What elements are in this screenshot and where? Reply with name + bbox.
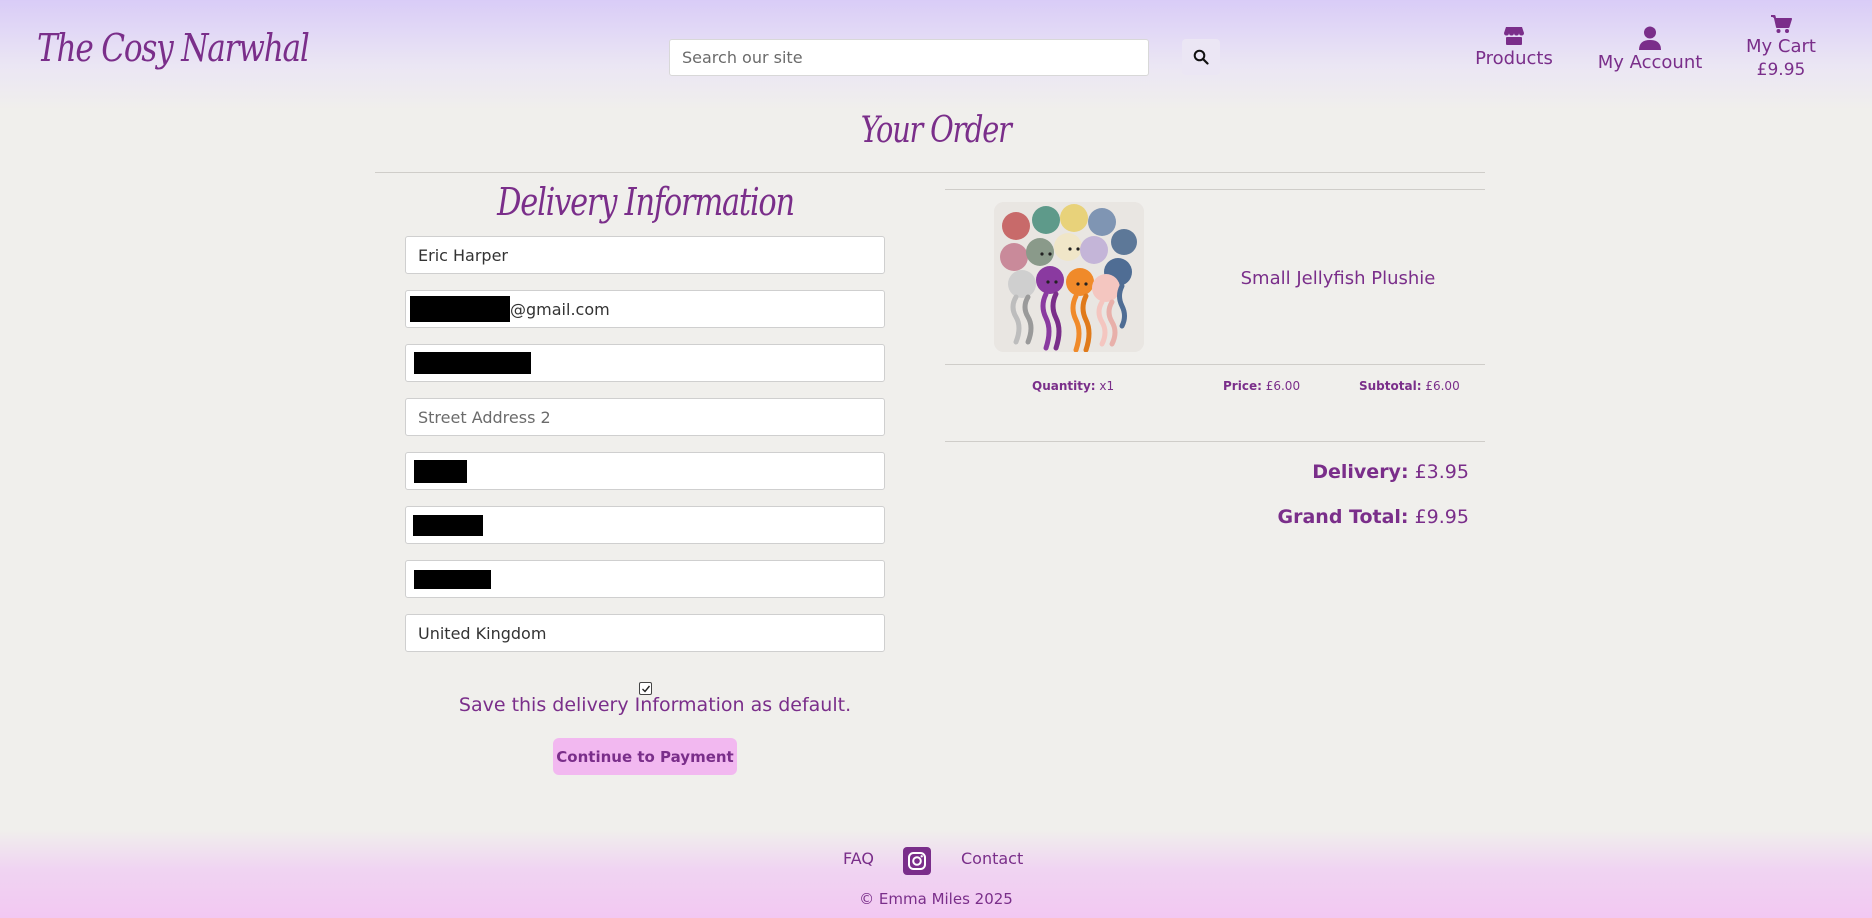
street-address-2-field[interactable]: Street Address 2 xyxy=(405,398,885,436)
email-field[interactable]: @gmail.com xyxy=(405,290,885,328)
country-value: United Kingdom xyxy=(418,623,547,643)
redacted-email-user xyxy=(410,296,510,322)
order-top-divider xyxy=(945,189,1485,190)
nav-my-cart[interactable]: My Cart £9.95 xyxy=(1740,14,1822,80)
price-label: Price: xyxy=(1223,379,1262,393)
instagram-link[interactable] xyxy=(903,847,931,875)
nav-account-label: My Account xyxy=(1597,52,1703,73)
save-default-label: Save this delivery Information as defaul… xyxy=(458,694,852,716)
item-quantity: Quantity: x1 xyxy=(1032,379,1114,393)
street-address-1-field[interactable] xyxy=(405,344,885,382)
redacted-town-city xyxy=(414,459,467,483)
cart-icon xyxy=(1771,15,1792,33)
item-subtotal: Subtotal: £6.00 xyxy=(1359,379,1460,393)
store-icon xyxy=(1504,27,1524,45)
page-title-text: Your Order xyxy=(861,110,1012,151)
grand-total-value: £9.95 xyxy=(1414,506,1469,528)
nav-my-account[interactable]: My Account xyxy=(1594,26,1706,73)
delivery-cost-label: Delivery: xyxy=(1312,461,1409,483)
search-icon xyxy=(1193,49,1209,65)
contact-link[interactable]: Contact xyxy=(961,849,1023,868)
postcode-field[interactable] xyxy=(405,560,885,598)
copyright: © Emma Miles 2025 xyxy=(859,890,1013,908)
search-input[interactable] xyxy=(669,39,1149,76)
nav-products[interactable]: Products xyxy=(1466,26,1562,69)
quantity-label: Quantity: xyxy=(1032,379,1096,393)
full-name-value: Eric Harper xyxy=(418,245,509,265)
site-header: The Cosy Narwhal Products My Account My … xyxy=(0,0,1872,110)
price-value: £6.00 xyxy=(1265,379,1301,393)
full-name-field[interactable]: Eric Harper xyxy=(405,236,885,274)
redacted-street-address-1 xyxy=(414,352,531,374)
grand-total: Grand Total: £9.95 xyxy=(1278,506,1470,528)
item-price: Price: £6.00 xyxy=(1223,379,1300,393)
continue-to-payment-button[interactable]: Continue to Payment xyxy=(553,738,737,775)
country-field[interactable]: United Kingdom xyxy=(405,614,885,652)
product-name[interactable]: Small Jellyfish Plushie xyxy=(1220,268,1456,289)
delivery-title-text: Delivery Information xyxy=(496,180,795,224)
product-image xyxy=(994,202,1144,352)
page-title: Your Order xyxy=(0,110,1872,151)
title-divider xyxy=(375,172,1485,173)
county-field[interactable] xyxy=(405,506,885,544)
faq-link[interactable]: FAQ xyxy=(843,849,874,868)
subtotal-value: £6.00 xyxy=(1425,379,1460,393)
site-logo[interactable]: The Cosy Narwhal xyxy=(37,26,310,70)
user-icon xyxy=(1639,26,1661,50)
redacted-county xyxy=(413,514,483,536)
grand-total-label: Grand Total: xyxy=(1277,506,1409,528)
town-city-field[interactable] xyxy=(405,452,885,490)
jellyfish-plushies-photo xyxy=(994,202,1144,352)
cart-total: £9.95 xyxy=(1756,60,1806,80)
instagram-icon xyxy=(908,852,926,870)
search-button[interactable] xyxy=(1182,39,1220,75)
delivery-cost: Delivery: £3.95 xyxy=(1312,461,1469,483)
email-suffix: @gmail.com xyxy=(510,299,610,319)
delivery-section-title: Delivery Information xyxy=(405,180,885,224)
subtotal-label: Subtotal: xyxy=(1359,379,1422,393)
item-divider xyxy=(945,364,1485,365)
quantity-value: x1 xyxy=(1099,379,1115,393)
totals-divider xyxy=(945,441,1485,442)
delivery-cost-value: £3.95 xyxy=(1414,461,1469,483)
nav-products-label: Products xyxy=(1475,48,1553,69)
nav-cart-label: My Cart xyxy=(1746,36,1816,57)
checkmark-icon xyxy=(641,685,650,693)
street-address-2-placeholder: Street Address 2 xyxy=(418,407,551,427)
redacted-postcode xyxy=(414,569,491,589)
